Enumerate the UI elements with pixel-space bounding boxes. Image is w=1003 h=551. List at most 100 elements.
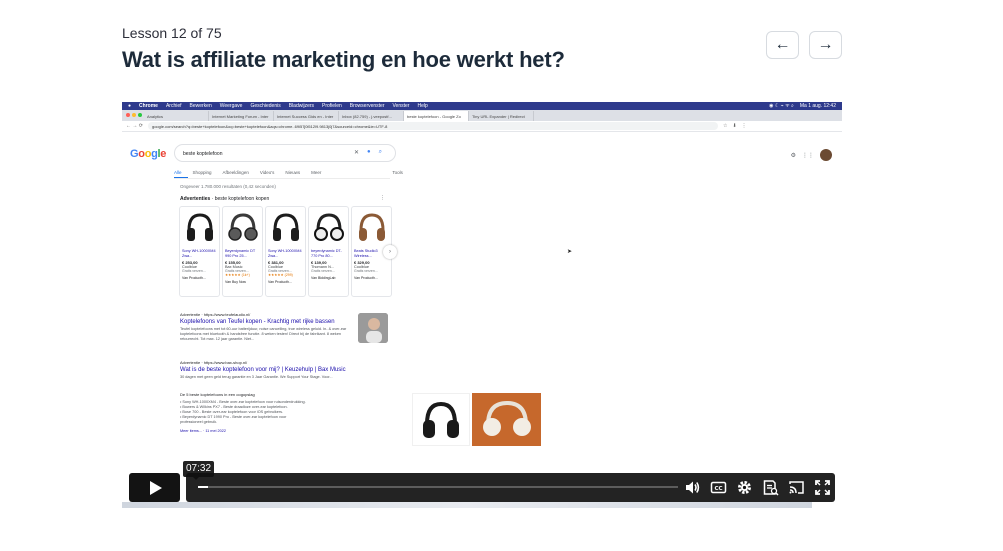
arrow-right-icon: → — [817, 36, 834, 53]
snippet-image — [472, 393, 541, 446]
featured-list: De 5 beste koptelefoons in een oogopslag… — [180, 392, 306, 433]
result-source: Advertentie · https://www.bax-shop.nl/ — [180, 360, 248, 365]
list-item: professioneel gebruik. — [180, 420, 218, 424]
search-result: Advertentie · https://www.bax-shop.nl/ W… — [180, 360, 385, 380]
product-source: Van Producth... — [268, 280, 292, 284]
browser-tab: Tiny URL Expander | Redirect — [469, 111, 534, 121]
previous-lesson-button[interactable]: ← — [766, 31, 799, 59]
product-name: Sony WH-1000XM4 Zwa... — [182, 249, 216, 258]
browser-toolbar: ← → ⟳ google.com/search?q=beste+koptelef… — [122, 121, 842, 132]
headphone-image — [268, 209, 304, 246]
menu-help: Help — [417, 103, 428, 109]
captions-icon[interactable]: CC — [710, 479, 727, 496]
product-source: Van Producth... — [182, 276, 206, 280]
menu-weergave: Weergave — [219, 103, 243, 109]
product-shipping: Gratis verzen... — [354, 269, 378, 273]
cast-icon[interactable] — [788, 479, 805, 496]
result-thumbnail — [358, 313, 388, 343]
product-source: Van Buy Now — [225, 280, 246, 284]
result-title: Koptelefoons van Teufel kopen - Krachtig… — [180, 319, 335, 325]
shopping-ads-heading: Advertenties · beste koptelefoon kopen — [180, 196, 269, 202]
svg-text:CC: CC — [714, 486, 722, 492]
lesson-page: Lesson 12 of 75 Wat is affiliate marketi… — [0, 0, 1003, 551]
ads-label: Advertenties — [180, 196, 211, 202]
window-controls — [126, 113, 142, 117]
browser-tab: Internet Success Gids en - Inter — [274, 111, 339, 121]
gear-icon[interactable] — [736, 479, 753, 496]
video-player[interactable]: ● Chrome Archief Bewerken Weergave Gesch… — [122, 102, 842, 508]
product-card: beyerdynamic DT-770 Pro 80... € 139,00 T… — [308, 206, 349, 297]
product-name: Beyerdynamic DT 990 Pro 25... — [225, 249, 256, 258]
menu-bladwijzers: Bladwijzers — [288, 103, 315, 109]
browser-tab-active: beste koptelefoon - Google Zo — [404, 111, 469, 121]
browser-tab: Analytics — [144, 111, 209, 121]
mac-clock: Ma 1 aug. 12:42 — [799, 103, 836, 109]
play-button[interactable] — [129, 473, 180, 502]
headphone-image — [182, 209, 218, 246]
google-tab-news: Nieuws — [285, 170, 301, 175]
more-options-icon: ⋮ — [380, 195, 385, 201]
search-result: Advertentie · https://www.teufelaudio.nl… — [180, 312, 352, 342]
product-name: Sony WH-1000XM4 Zwa... — [268, 249, 302, 258]
mic-icon: ● — [367, 149, 371, 155]
carousel-next-icon: › — [383, 245, 397, 259]
google-tab-videos: Video's — [259, 170, 275, 175]
headphone-image — [311, 209, 347, 246]
result-title: Wat is de beste koptelefoon voor mij? | … — [180, 367, 346, 373]
google-tabs: Alle Shopping Afbeeldingen Video's Nieuw… — [174, 170, 403, 175]
menu-browservenster: Browservenster — [349, 103, 385, 109]
product-source: Van BiddingLab — [311, 276, 336, 280]
progress-fill — [198, 486, 208, 488]
transcript-icon[interactable] — [762, 479, 779, 496]
product-shipping: Gratis verzen... — [182, 269, 206, 273]
google-tab-all: Alle — [174, 170, 182, 175]
product-shipping: Gratis verzen... — [311, 269, 335, 273]
search-box-icons: ✕ ● ⌕ — [354, 149, 382, 156]
toolbar-icons: ☆ ⬇ ⋮ — [722, 123, 747, 129]
google-tab-more: Meer — [311, 170, 322, 175]
headphone-image — [225, 209, 261, 246]
search-icon: ⌕ — [378, 149, 383, 155]
fullscreen-icon[interactable] — [814, 479, 831, 496]
menu-archief: Archief — [165, 103, 182, 109]
avatar — [820, 149, 832, 161]
mac-menu-bar: ● Chrome Archief Bewerken Weergave Gesch… — [122, 102, 842, 110]
list-more-link: Meer items... · 11 mei 2022 — [180, 429, 226, 433]
arrow-left-icon: ← — [774, 36, 791, 53]
apps-icon: ⋮⋮ — [802, 152, 814, 159]
product-card: Sony WH-1000XM4 Zwa... € 253,00 Coolblue… — [179, 206, 220, 297]
nav-arrows-icon: ← → ⟳ — [126, 123, 143, 129]
progress-bar[interactable] — [198, 486, 678, 488]
browser-tab-strip: Analytics Internet Marketing Forum - Int… — [122, 110, 842, 121]
product-rating: ★★★★★ (299) — [268, 273, 293, 277]
list-heading: De 5 beste koptelefoons in een oogopslag — [180, 392, 255, 397]
control-icons: CC — [684, 473, 831, 502]
result-description: Teufel koptelefoons met tot 60-uur batte… — [180, 327, 347, 341]
mouse-cursor-icon: ➤ — [567, 249, 573, 255]
menu-geschiedenis: Geschiedenis — [250, 103, 281, 109]
mac-status-area: ◉ ☾ ⌁ ᯤ ⌕ Ma 1 aug. 12:42 — [769, 102, 836, 110]
play-icon — [150, 480, 162, 495]
close-icon: ✕ — [354, 150, 360, 156]
headphone-image — [354, 209, 390, 246]
snippet-image — [412, 393, 470, 446]
active-tab-indicator — [174, 177, 188, 178]
result-description: 30 dagen met geen geld terug garantie en… — [180, 375, 333, 379]
menu-profielen: Profielen — [322, 103, 342, 109]
product-carousel: Sony WH-1000XM4 Zwa... € 253,00 Coolblue… — [179, 206, 392, 297]
browser-tab: Inbox (82.759) - j.veepostf... — [339, 111, 404, 121]
product-rating: ★★★★★ (1k+) — [225, 273, 250, 277]
apple-icon: ● — [128, 103, 132, 109]
product-name: beyerdynamic DT-770 Pro 80... — [311, 249, 342, 258]
google-logo: Google — [130, 148, 167, 160]
status-icons: ◉ ☾ ⌁ ᯤ ⌕ — [769, 103, 794, 109]
browser-tab: Internet Marketing Forum - Inter — [209, 111, 274, 121]
volume-icon[interactable] — [684, 479, 701, 496]
video-controls-bar: CC — [186, 473, 835, 502]
google-header-icons: ⚙ ⋮⋮ — [791, 149, 832, 161]
result-stats: Ongeveer 1.780.000 resultaten (0,42 seco… — [180, 184, 276, 189]
product-source: Van Producth... — [354, 276, 378, 280]
next-lesson-button[interactable]: → — [809, 31, 842, 59]
address-bar: google.com/search?q=beste+koptelefoon&oq… — [147, 122, 718, 130]
result-source: Advertentie · https://www.teufelaudio.nl… — [180, 312, 251, 317]
